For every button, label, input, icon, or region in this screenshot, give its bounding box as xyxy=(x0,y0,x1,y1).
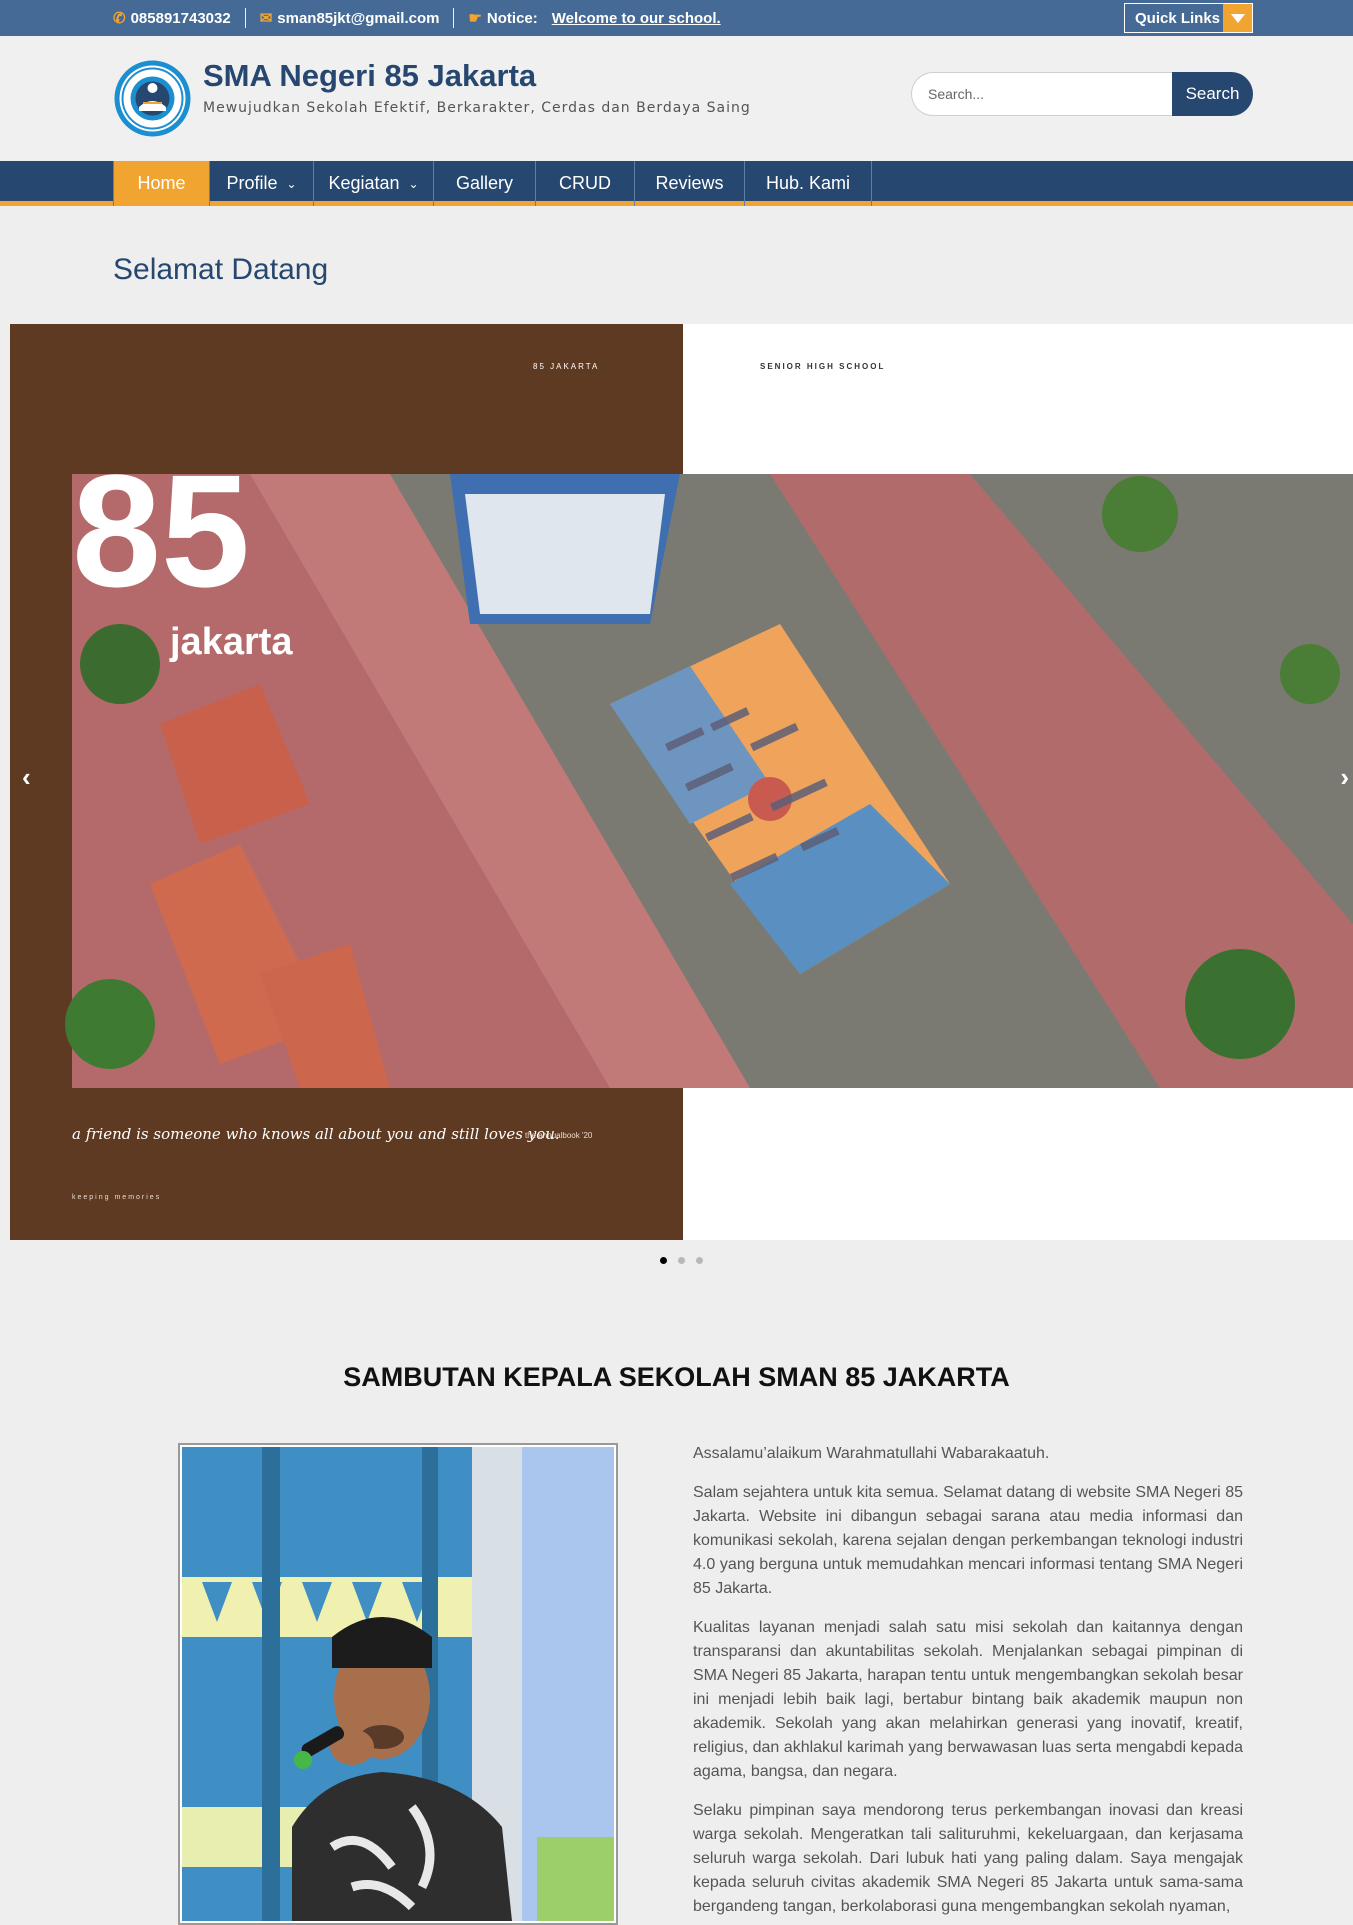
quick-links-label: Quick Links xyxy=(1135,9,1221,27)
chevron-down-icon: ⌄ xyxy=(408,176,419,191)
slider-dots xyxy=(660,1257,703,1264)
page-title: Selamat Datang xyxy=(113,253,329,286)
section-title: SAMBUTAN KEPALA SEKOLAH SMAN 85 JAKARTA xyxy=(343,1362,1010,1392)
notice-link[interactable]: Welcome to our school. xyxy=(552,10,721,27)
main-navigation: Home Profile ⌄ Kegiatan ⌄ Gallery CRUD R… xyxy=(0,161,1353,206)
phone-icon: ✆ xyxy=(113,10,126,27)
slider-dot[interactable] xyxy=(678,1257,685,1264)
slide-image: 85 JAKARTA SENIOR HIGH SCHOOL 85 jakarta… xyxy=(10,324,1353,1240)
slider-dot[interactable] xyxy=(696,1257,703,1264)
image-slider: 85 JAKARTA SENIOR HIGH SCHOOL 85 jakarta… xyxy=(10,324,1353,1240)
envelope-icon: ✉ xyxy=(259,10,273,27)
slide-footer: keeping memories xyxy=(72,1194,161,1201)
nav-item-label: Reviews xyxy=(655,173,724,193)
hand-pointing-icon: ☛ xyxy=(468,10,482,27)
slide-annual: the annualbook '20 xyxy=(525,1131,593,1140)
nav-item-kegiatan[interactable]: Kegiatan ⌄ xyxy=(314,161,434,206)
slider-dot[interactable] xyxy=(660,1257,667,1264)
slide-big-number: 85 xyxy=(72,441,250,620)
nav-item-label: Hub. Kami xyxy=(765,173,851,193)
notice: ☛ Notice: Welcome to our school. xyxy=(468,9,734,28)
nav-item-label: CRUD xyxy=(559,173,611,193)
nav-item-gallery[interactable]: Gallery xyxy=(434,161,536,206)
welcome-message: Assalamu’alaikum Warahmatullahi Wabaraka… xyxy=(693,1442,1243,1925)
divider xyxy=(244,8,246,28)
paragraph: Selaku pimpinan saya mendorong terus per… xyxy=(693,1802,1243,1915)
nav-menu: Home Profile ⌄ Kegiatan ⌄ Gallery CRUD R… xyxy=(113,161,872,206)
paragraph: Salam sejahtera untuk kita semua. Selama… xyxy=(693,1484,1243,1597)
paragraph: Kualitas layanan menjadi salah satu misi… xyxy=(693,1619,1243,1780)
search-input[interactable] xyxy=(911,72,1172,116)
nav-item-label: Profile xyxy=(226,173,278,193)
nav-item-label: Gallery xyxy=(455,173,513,193)
site-description: Mewujudkan Sekolah Efektif, Berkarakter,… xyxy=(203,100,751,116)
caret-down-icon xyxy=(1223,4,1252,32)
email-contact[interactable]: ✉ sman85jkt@gmail.com xyxy=(259,9,454,28)
email-address: sman85jkt@gmail.com xyxy=(277,9,440,27)
top-bar-contacts: ✆ 085891743032 ✉ sman85jkt@gmail.com ☛ N… xyxy=(113,0,735,36)
quick-links-dropdown[interactable]: Quick Links xyxy=(1124,3,1253,33)
nav-item-home[interactable]: Home xyxy=(114,161,210,206)
chevron-down-icon: ⌄ xyxy=(286,176,297,191)
phone-contact[interactable]: ✆ 085891743032 xyxy=(113,9,245,28)
nav-item-reviews[interactable]: Reviews xyxy=(635,161,745,206)
slider-prev-arrow[interactable]: ‹ xyxy=(22,762,31,793)
site-title[interactable]: SMA Negeri 85 Jakarta xyxy=(203,58,536,94)
nav-item-crud[interactable]: CRUD xyxy=(536,161,635,206)
slide-school-tag: 85 JAKARTA xyxy=(533,362,599,371)
school-logo[interactable] xyxy=(113,59,192,138)
slider-next-arrow[interactable]: › xyxy=(1340,762,1349,793)
nav-item-profile[interactable]: Profile ⌄ xyxy=(210,161,314,206)
nav-item-label: Kegiatan xyxy=(328,173,400,193)
site-header: SMA Negeri 85 Jakarta Mewujudkan Sekolah… xyxy=(0,36,1353,161)
divider xyxy=(453,8,455,28)
paragraph: Assalamu’alaikum Warahmatullahi Wabaraka… xyxy=(693,1445,1050,1462)
principal-photo xyxy=(178,1443,618,1925)
phone-number: 085891743032 xyxy=(130,9,231,27)
slide-city: jakarta xyxy=(169,621,293,663)
search-form: Search xyxy=(911,72,1253,116)
slide-quote: a friend is someone who knows all about … xyxy=(72,1125,560,1143)
search-button[interactable]: Search xyxy=(1172,72,1253,116)
slide-level-tag: SENIOR HIGH SCHOOL xyxy=(760,362,885,371)
nav-item-hub-kami[interactable]: Hub. Kami xyxy=(745,161,872,206)
nav-item-label: Home xyxy=(137,173,186,193)
notice-label: Notice: xyxy=(486,9,538,27)
top-bar: ✆ 085891743032 ✉ sman85jkt@gmail.com ☛ N… xyxy=(0,0,1353,36)
